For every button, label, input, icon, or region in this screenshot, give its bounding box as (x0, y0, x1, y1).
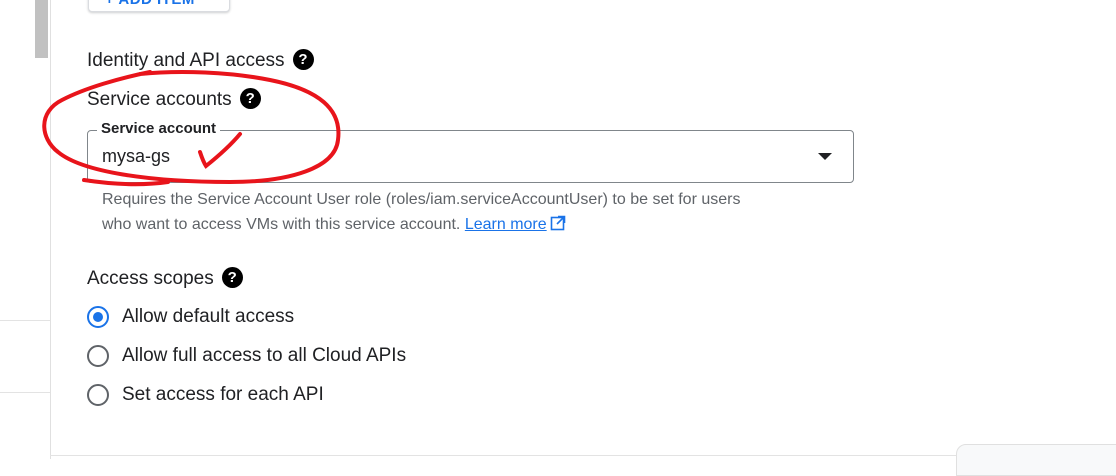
learn-more-link[interactable]: Learn more (465, 216, 547, 233)
identity-api-access-heading: Identity and API access? (87, 49, 314, 72)
radio-button[interactable] (87, 306, 109, 328)
radio-label: Set access for each API (122, 384, 324, 405)
help-icon[interactable]: ? (221, 267, 243, 288)
bottom-divider (50, 455, 956, 456)
help-icon[interactable]: ? (239, 88, 261, 109)
radio-option-full-access[interactable]: Allow full access to all Cloud APIs (87, 345, 406, 367)
access-scopes-heading-text: Access scopes (87, 268, 214, 289)
radio-button[interactable] (87, 384, 109, 406)
identity-heading-text: Identity and API access (87, 50, 285, 71)
radio-label: Allow full access to all Cloud APIs (122, 345, 407, 366)
access-scopes-heading: Access scopes? (87, 267, 243, 290)
corner-panel (956, 444, 1116, 476)
learn-more-label: Learn more (464, 216, 547, 233)
radio-option-per-api-access[interactable]: Set access for each API (87, 384, 324, 406)
external-link-icon[interactable] (550, 215, 566, 231)
scrollbar-thumb[interactable] (35, 0, 48, 58)
service-account-field-label: Service account (97, 120, 221, 137)
service-account-select[interactable] (87, 130, 854, 183)
service-account-hint-line2: who want to access VMs with this service… (102, 215, 566, 234)
service-account-value: mysa-gs (102, 146, 171, 166)
service-accounts-heading: Service accounts? (87, 88, 261, 111)
service-account-hint-line1: Requires the Service Account User role (… (102, 191, 741, 208)
radio-label: Allow default access (122, 306, 295, 327)
service-accounts-heading-text: Service accounts (87, 89, 232, 110)
gutter-divider (0, 320, 50, 321)
help-icon[interactable]: ? (292, 49, 314, 70)
chevron-down-icon[interactable] (818, 153, 832, 160)
radio-option-default-access[interactable]: Allow default access (87, 306, 294, 328)
gutter-divider (0, 392, 50, 393)
left-gutter (0, 0, 51, 459)
add-item-label: + ADD ITEM (105, 0, 195, 8)
hint-text: who want to access VMs with this service… (102, 216, 461, 233)
radio-button[interactable] (87, 345, 109, 367)
add-item-button[interactable]: + ADD ITEM (88, 0, 230, 12)
